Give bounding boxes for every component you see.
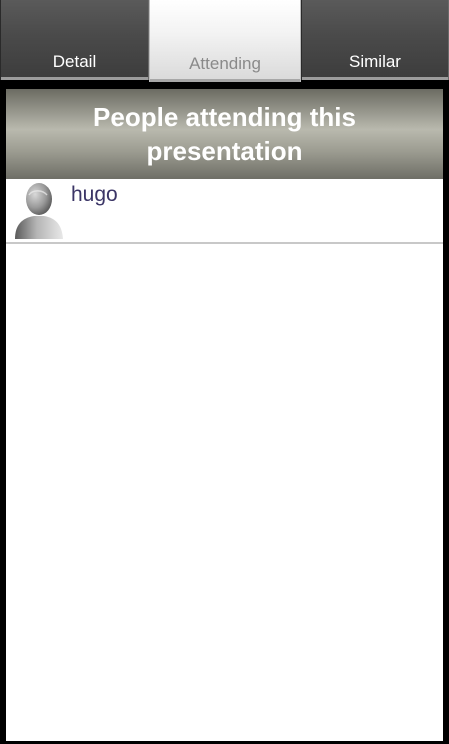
tab-indicator — [1, 77, 148, 80]
attendees-panel: People attending this presentation hugo — [6, 89, 443, 741]
tab-attending-label: Attending — [189, 54, 261, 73]
tab-attending[interactable]: Attending — [149, 0, 301, 82]
attendee-list: hugo — [6, 179, 443, 244]
person-silhouette-icon — [12, 181, 66, 241]
attendee-name: hugo — [71, 183, 118, 206]
list-item[interactable]: hugo — [6, 179, 443, 244]
tab-similar[interactable]: Similar — [301, 0, 449, 80]
tab-indicator — [302, 77, 448, 80]
tab-indicator-selected — [150, 79, 300, 82]
tab-bar: Detail Attending Similar — [0, 0, 449, 82]
tab-similar-label: Similar — [349, 52, 401, 71]
page-title: People attending this presentation — [93, 102, 356, 166]
tab-detail[interactable]: Detail — [0, 0, 149, 80]
screen: Detail Attending Similar People attendin… — [0, 0, 449, 744]
panel-header: People attending this presentation — [6, 89, 443, 179]
tab-detail-label: Detail — [52, 52, 97, 71]
